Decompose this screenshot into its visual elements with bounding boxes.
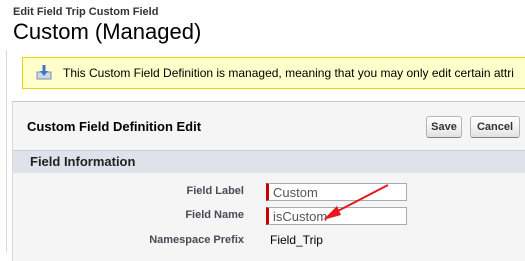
save-button[interactable]: Save xyxy=(426,116,462,138)
page-subtitle: Edit Field Trip Custom Field xyxy=(13,6,159,18)
cancel-button[interactable]: Cancel xyxy=(470,116,520,138)
page-title: Custom (Managed) xyxy=(13,19,202,44)
section-header: Field Information xyxy=(13,150,525,173)
field-name-label: Field Name xyxy=(185,209,244,221)
field-label-label: Field Label xyxy=(186,185,244,197)
section-title: Field Information xyxy=(30,154,136,169)
download-icon xyxy=(36,65,52,80)
info-message-text: This Custom Field Definition is managed,… xyxy=(63,66,514,80)
namespace-prefix-value: Field_Trip xyxy=(270,233,323,247)
info-message-box: This Custom Field Definition is managed,… xyxy=(22,57,525,89)
edit-panel: Custom Field Definition Edit Save Cancel… xyxy=(12,101,525,261)
panel-title: Custom Field Definition Edit xyxy=(27,119,202,134)
field-label-input[interactable]: Custom xyxy=(266,183,407,201)
left-divider xyxy=(6,50,7,252)
namespace-prefix-label: Namespace Prefix xyxy=(149,234,244,246)
field-name-input[interactable]: isCustom xyxy=(266,207,407,225)
